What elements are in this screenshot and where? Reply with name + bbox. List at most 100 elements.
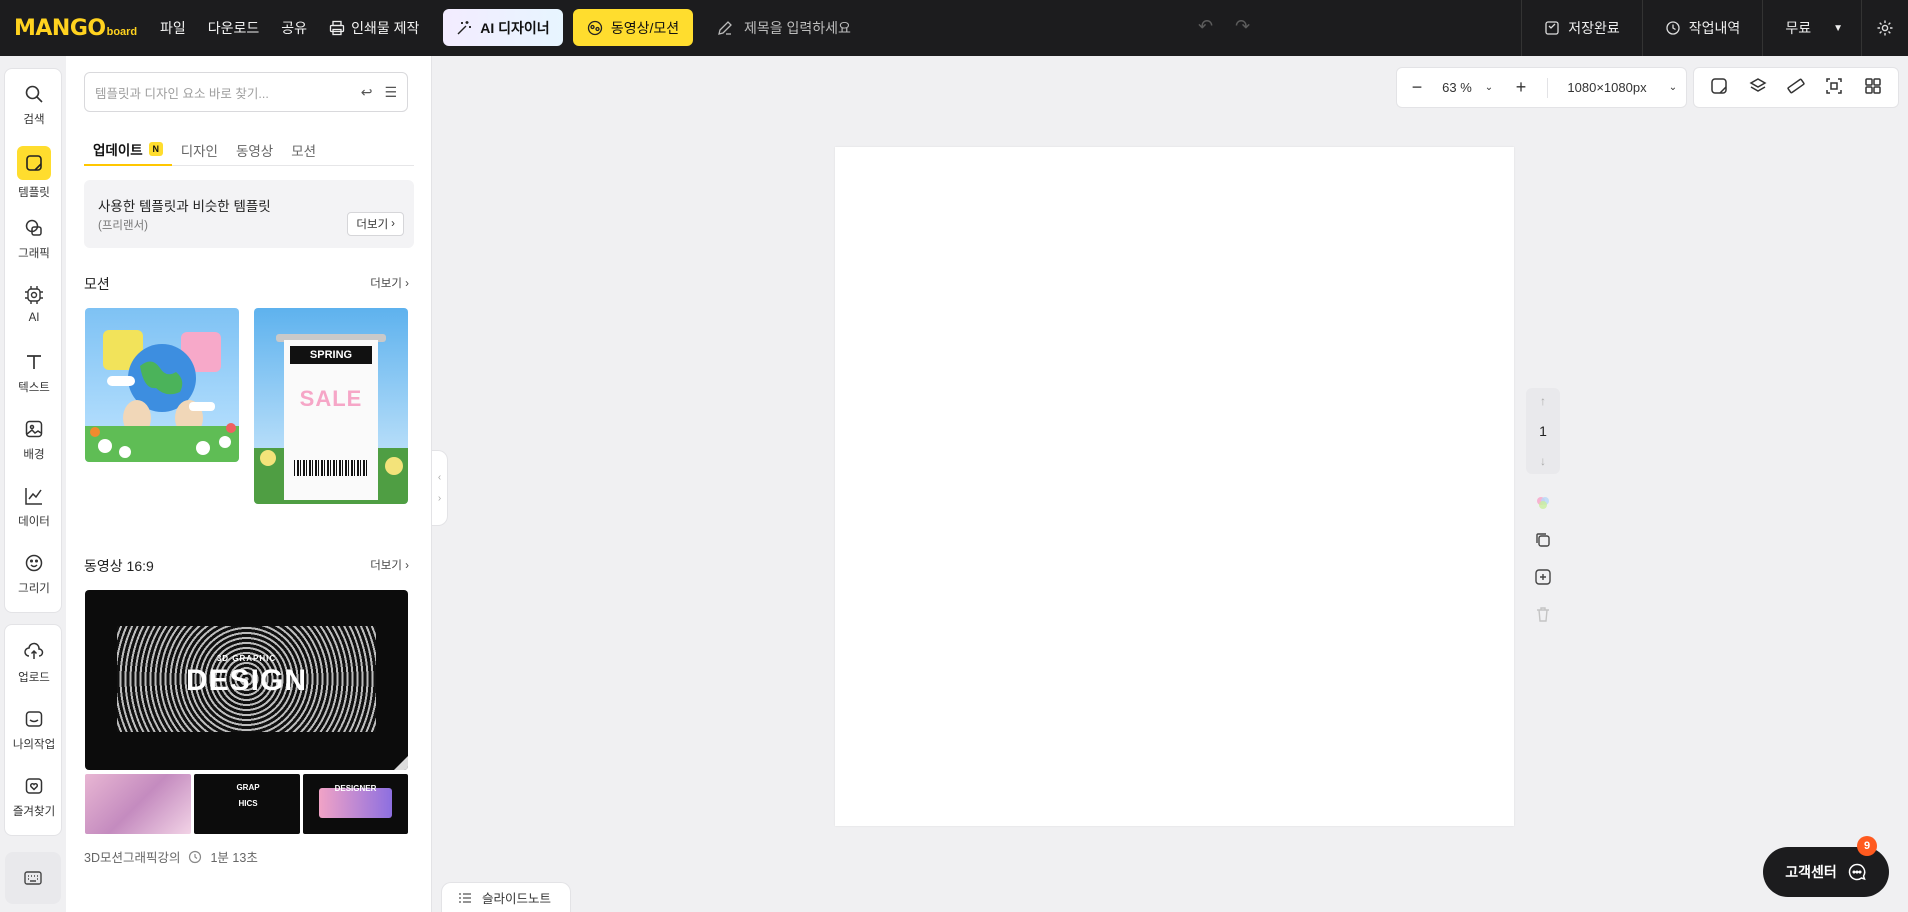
document-title-input[interactable]: 제목을 입력하세요 [716, 16, 851, 40]
video-template-thumbnail[interactable]: 3D GRAPHIC DESIGN [85, 590, 408, 770]
tab-update[interactable]: 업데이트 N [84, 134, 172, 166]
zoom-level[interactable]: 63 % [1437, 80, 1477, 95]
video-motion-label: 동영상/모션 [610, 19, 680, 36]
rail-label: 즐겨찾기 [12, 806, 56, 818]
trash-icon[interactable] [1534, 605, 1552, 626]
list-icon [459, 892, 471, 903]
canvas-tools [1693, 67, 1899, 108]
enter-icon[interactable]: ↩ [361, 84, 373, 101]
more-label: 더보기 [370, 560, 402, 572]
edit-icon [718, 21, 732, 35]
video-motion-button[interactable]: 동영상/모션 [573, 9, 693, 46]
history-label: 작업내역 [1688, 20, 1741, 36]
undo-redo: ↶ ↷ [1198, 16, 1250, 37]
rail-item-search[interactable]: 검색 [5, 81, 63, 127]
duplicate-page-icon[interactable] [1534, 531, 1552, 552]
crop-focus-icon[interactable] [1824, 76, 1844, 99]
sticker-icon[interactable] [1709, 76, 1729, 99]
favorite-icon [21, 773, 47, 799]
rail-item-ai[interactable]: AI [5, 282, 63, 324]
zoom-in-button[interactable]: + [1501, 77, 1541, 98]
graphic-icon [21, 215, 47, 241]
receipt-spring-text: SPRING [309, 349, 353, 361]
similar-more-button[interactable]: 더보기 › [347, 212, 404, 236]
zoom-dropdown[interactable]: ⌄ [1477, 82, 1501, 93]
rail-label: 데이터 [18, 516, 50, 528]
menu-share[interactable]: 공유 [281, 18, 307, 38]
rail-label: 업로드 [18, 672, 50, 684]
design-canvas[interactable] [835, 147, 1514, 826]
canvas-size[interactable]: 1080×1080px [1554, 80, 1660, 95]
arrow-up-icon[interactable]: ↑ [1540, 394, 1546, 408]
tab-design[interactable]: 디자인 [172, 134, 227, 166]
print-button[interactable]: 인쇄물 제작 [329, 18, 419, 38]
chevron-down-icon: ▼ [1833, 22, 1843, 34]
rail-label: AI [28, 312, 40, 324]
similar-templates-card: 사용한 템플릿과 비슷한 템플릿 (프리랜서) 더보기 › [84, 180, 414, 248]
motion-template-thumbnail[interactable] [85, 308, 239, 462]
text-icon [21, 349, 47, 375]
rail-item-text[interactable]: 텍스트 [5, 349, 63, 395]
mangoboard-logo[interactable]: MANGO board [14, 16, 138, 41]
rail-label: 그리기 [18, 583, 50, 595]
ai-designer-button[interactable]: AI 디자이너 [443, 9, 563, 46]
customer-center-button[interactable]: 고객센터 9 [1763, 836, 1889, 897]
settings-button[interactable] [1861, 0, 1908, 56]
video-more-link[interactable]: 더보기 › [370, 557, 409, 573]
draw-icon [21, 550, 47, 576]
template-search-input[interactable]: 템플릿과 디자인 요소 바로 찾기... ↩ ☰ [84, 72, 408, 112]
keyboard-shortcuts-button[interactable] [5, 852, 61, 904]
rail-item-upload[interactable]: 업로드 [5, 639, 63, 685]
tab-label: 모션 [291, 144, 317, 159]
rail-item-graphic[interactable]: 그래픽 [5, 215, 63, 261]
color-palette-icon[interactable] [1534, 494, 1552, 515]
tab-label: 동영상 [235, 144, 274, 159]
motion-more-link[interactable]: 더보기 › [370, 275, 409, 291]
history-icon [1666, 21, 1680, 35]
rail-item-data[interactable]: 데이터 [5, 483, 63, 529]
video-preview-thumbnail-2[interactable]: GRAP HICS [194, 774, 300, 834]
video-preview-thumbnail-3[interactable]: DESIGNER [303, 774, 408, 834]
background-icon [21, 416, 47, 442]
tab-motion[interactable]: 모션 [282, 134, 325, 166]
slide-notes-label: 슬라이드노트 [482, 892, 552, 906]
history-button[interactable]: 작업내역 [1641, 0, 1763, 56]
size-dropdown[interactable]: ⌄ [1660, 82, 1686, 93]
logo-sub: board [106, 26, 138, 38]
save-status-label: 저장완료 [1568, 20, 1620, 36]
rail-item-favorite[interactable]: 즐겨찾기 [5, 773, 63, 819]
save-status-button[interactable]: 저장완료 [1521, 0, 1642, 56]
template-icon [17, 146, 51, 180]
grid-icon[interactable] [1863, 76, 1883, 99]
arrow-down-icon[interactable]: ↓ [1540, 454, 1546, 468]
ruler-icon[interactable] [1786, 76, 1806, 99]
zoom-out-button[interactable]: − [1397, 77, 1437, 98]
advanced-search-icon[interactable]: ☰ [384, 84, 397, 101]
motion-template-thumbnail[interactable]: SPRING SALE [254, 308, 408, 504]
tab-video[interactable]: 동영상 [227, 134, 282, 166]
panel-collapse-handle[interactable]: ‹ › [432, 450, 448, 526]
divider [1547, 77, 1548, 98]
plan-dropdown[interactable]: 무료 ▼ [1762, 0, 1861, 56]
video-preview-thumbnail-1[interactable] [85, 774, 191, 834]
top-right-actions: 저장완료 작업내역 무료 ▼ [1521, 0, 1908, 56]
receipt-sale-text: SALE [299, 386, 363, 411]
rail-item-draw[interactable]: 그리기 [5, 550, 63, 596]
add-page-icon[interactable] [1534, 568, 1552, 589]
video-meta-title: 3D모션그래픽강의 [84, 851, 181, 865]
layers-icon[interactable] [1748, 76, 1768, 99]
menu-download[interactable]: 다운로드 [208, 18, 260, 38]
rail-item-my-work[interactable]: 나의작업 [5, 706, 63, 752]
redo-icon[interactable]: ↷ [1235, 16, 1250, 37]
document-title-placeholder: 제목을 입력하세요 [744, 20, 851, 36]
upload-icon [21, 639, 47, 665]
template-panel: 템플릿과 디자인 요소 바로 찾기... ↩ ☰ 업데이트 N 디자인 동영상 … [66, 56, 432, 912]
keyboard-icon [24, 871, 42, 885]
slide-notes-tab[interactable]: 슬라이드노트 [441, 882, 571, 912]
rail-item-template[interactable]: 템플릿 [5, 146, 63, 200]
undo-icon[interactable]: ↶ [1198, 16, 1213, 37]
rail-label: 그래픽 [18, 248, 50, 260]
menu-file[interactable]: 파일 [160, 18, 186, 38]
rail-item-background[interactable]: 배경 [5, 416, 63, 462]
gear-icon [1877, 20, 1893, 36]
